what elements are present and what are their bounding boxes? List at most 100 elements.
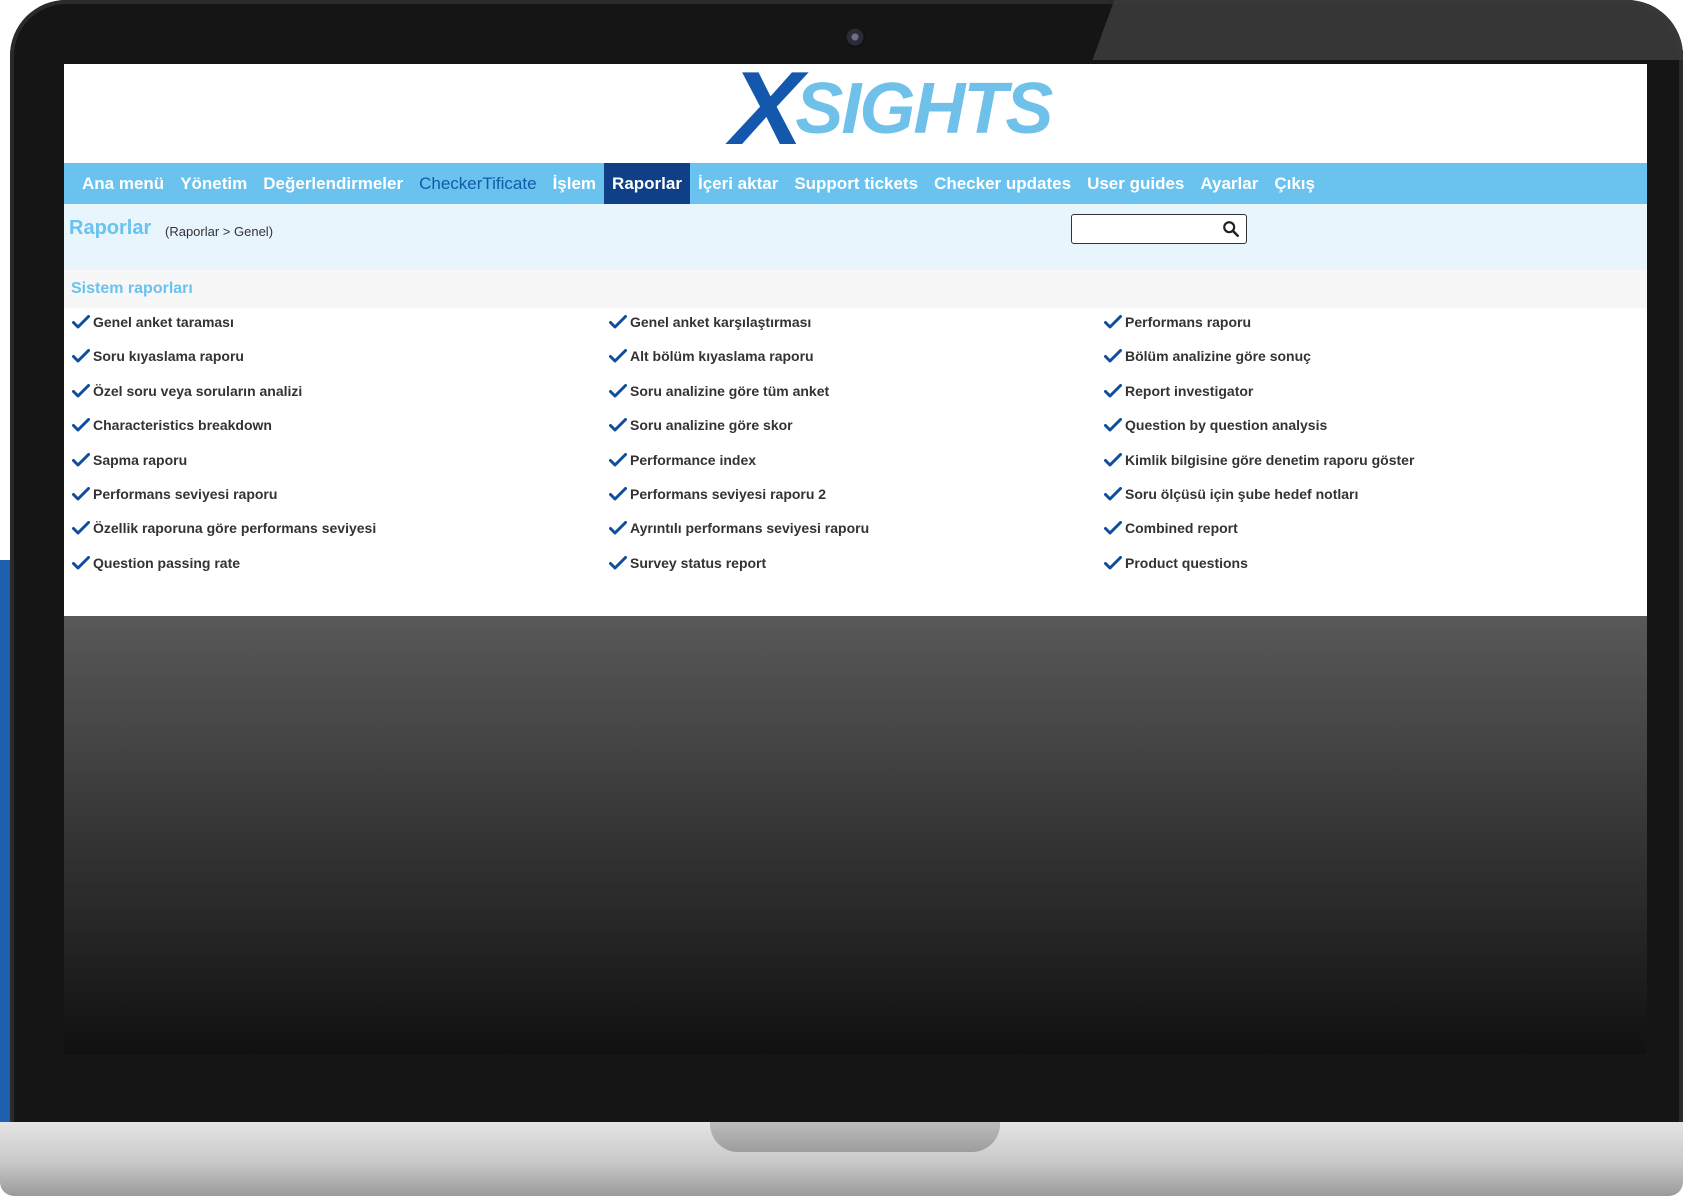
- report-label: Alt bölüm kıyaslama raporu: [630, 348, 814, 365]
- logo-x: X: [730, 64, 803, 167]
- checkmark-icon: [609, 315, 627, 329]
- report-label: Combined report: [1125, 520, 1238, 537]
- report-link[interactable]: Soru kıyaslama raporu: [72, 344, 244, 368]
- report-link[interactable]: Soru analizine göre skor: [609, 413, 793, 437]
- checkmark-icon: [1104, 418, 1122, 432]
- report-link[interactable]: Question by question analysis: [1104, 413, 1327, 437]
- main-nav: Ana menü Yönetim Değerlendirmeler CheckerTi…: [64, 163, 1647, 204]
- report-link[interactable]: Performans seviyesi raporu 2: [609, 482, 826, 506]
- report-label: Soru analizine göre skor: [630, 417, 793, 434]
- report-link[interactable]: Combined report: [1104, 516, 1238, 540]
- nav-item-ana-men-[interactable]: Ana menü: [74, 163, 172, 204]
- nav-item-de-erlendirmeler[interactable]: Değerlendirmeler: [255, 163, 411, 204]
- nav-item-i-lem[interactable]: İşlem: [545, 163, 604, 204]
- checkmark-icon: [72, 315, 90, 329]
- report-label: Genel anket taraması: [93, 314, 234, 330]
- report-label: Performance index: [630, 451, 757, 468]
- report-label: Question by question analysis: [1125, 417, 1328, 434]
- report-label: Performans seviyesi raporu 2: [630, 486, 827, 502]
- lid-sheen: [1063, 0, 1683, 60]
- report-link[interactable]: Characteristics breakdown: [72, 413, 272, 437]
- checkmark-icon: [1104, 555, 1122, 570]
- checkmark-icon: [609, 383, 627, 398]
- checkmark-icon: [72, 487, 90, 501]
- report-label: Özel soru veya soruların analizi: [93, 382, 303, 399]
- search-icon[interactable]: [1222, 220, 1240, 238]
- nav-item-support-tickets[interactable]: Support tickets: [786, 163, 926, 204]
- checkmark-icon: [1104, 383, 1122, 398]
- nav-item-y-netim[interactable]: Yönetim: [172, 163, 255, 204]
- report-link[interactable]: Alt bölüm kıyaslama raporu: [609, 344, 814, 368]
- xsights-logo[interactable]: X SIGHTS: [730, 64, 1092, 161]
- report-label: Report investigator: [1125, 382, 1254, 399]
- report-link[interactable]: Ayrıntılı performans seviyesi raporu: [609, 516, 869, 540]
- report-link[interactable]: Question passing rate: [72, 551, 240, 575]
- logo-bar: X SIGHTS: [64, 64, 1647, 162]
- checkmark-icon: [72, 418, 90, 432]
- page-header: Raporlar (Raporlar > Genel): [64, 204, 1647, 270]
- report-link[interactable]: Survey status report: [609, 551, 766, 575]
- search-input[interactable]: [1076, 216, 1220, 244]
- report-label: Performans seviyesi raporu: [93, 486, 278, 502]
- report-label: Performans raporu: [1125, 314, 1252, 330]
- webcam-icon: [846, 28, 866, 48]
- report-link[interactable]: Soru ölçüsü için şube hedef notları: [1104, 482, 1358, 506]
- report-label: Soru kıyaslama raporu: [93, 348, 244, 365]
- breadcrumb: (Raporlar > Genel): [165, 224, 274, 239]
- report-label: Bölüm analizine göre sonuç: [1125, 348, 1311, 365]
- checkmark-icon: [609, 487, 627, 501]
- report-label: Question passing rate: [93, 554, 241, 571]
- report-link[interactable]: Performance index: [609, 448, 756, 472]
- report-label: Product questions: [1125, 554, 1248, 571]
- page-title: Raporlar: [69, 217, 152, 239]
- checkmark-icon: [72, 521, 90, 535]
- report-link[interactable]: Sapma raporu: [72, 448, 187, 472]
- app-window: X SIGHTS Ana menü Yönetim Değerlendirmeler…: [64, 64, 1647, 616]
- checkmark-icon: [1104, 487, 1122, 501]
- checkmark-icon: [1104, 521, 1122, 535]
- report-link[interactable]: Performans seviyesi raporu: [72, 482, 277, 506]
- report-label: Survey status report: [630, 554, 767, 571]
- nav-item-i-eri-aktar[interactable]: İçeri aktar: [690, 163, 786, 204]
- report-link[interactable]: Genel anket taraması: [72, 310, 234, 334]
- report-label: Kimlik bilgisine göre denetim raporu gös…: [1125, 451, 1415, 468]
- search-box[interactable]: [1071, 214, 1247, 244]
- report-label: Özellik raporuna göre performans seviyes…: [93, 520, 377, 537]
- report-link[interactable]: Bölüm analizine göre sonuç: [1104, 344, 1311, 368]
- checkmark-icon: [72, 452, 90, 467]
- section-header: Sistem raporları: [64, 270, 1647, 308]
- checkmark-icon: [1104, 452, 1122, 467]
- checkmark-icon: [72, 383, 90, 398]
- checkmark-icon: [609, 555, 627, 570]
- checkmark-icon: [1104, 349, 1122, 363]
- laptop-notch: [710, 1122, 1000, 1152]
- report-link[interactable]: Performans raporu: [1104, 310, 1251, 334]
- checkmark-icon: [609, 418, 627, 432]
- nav-item-checker-updates[interactable]: Checker updates: [926, 163, 1079, 204]
- report-link[interactable]: Genel anket karşılaştırması: [609, 310, 811, 334]
- checkmark-icon: [609, 349, 627, 363]
- report-link[interactable]: Product questions: [1104, 551, 1248, 575]
- report-link[interactable]: Report investigator: [1104, 379, 1253, 403]
- nav-item-checkertificate[interactable]: CheckerTificate: [411, 163, 544, 204]
- report-label: Soru analizine göre tüm anket: [630, 382, 830, 399]
- nav-item-ayarlar[interactable]: Ayarlar: [1192, 163, 1266, 204]
- report-link[interactable]: Özel soru veya soruların analizi: [72, 379, 302, 403]
- report-label: Soru ölçüsü için şube hedef notları: [1125, 486, 1359, 502]
- checkmark-icon: [609, 521, 627, 535]
- nav-item-raporlar[interactable]: Raporlar: [604, 163, 690, 204]
- report-link[interactable]: Kimlik bilgisine göre denetim raporu gös…: [1104, 448, 1414, 472]
- checkmark-icon: [72, 349, 90, 363]
- report-label: Ayrıntılı performans seviyesi raporu: [630, 520, 870, 537]
- laptop-screen: X SIGHTS Ana menü Yönetim Değerlendirmeler…: [64, 64, 1647, 1054]
- section-title: Sistem raporları: [71, 280, 193, 297]
- nav-item-user-guides[interactable]: User guides: [1079, 163, 1192, 204]
- checkmark-icon: [1104, 315, 1122, 329]
- nav-item--k-[interactable]: Çıkış: [1266, 163, 1323, 204]
- report-label: Characteristics breakdown: [93, 417, 272, 434]
- logo-text: SIGHTS: [795, 69, 1053, 149]
- checkmark-icon: [609, 452, 627, 467]
- checkmark-icon: [72, 555, 90, 570]
- report-link[interactable]: Soru analizine göre tüm anket: [609, 379, 829, 403]
- report-link[interactable]: Özellik raporuna göre performans seviyes…: [72, 516, 376, 540]
